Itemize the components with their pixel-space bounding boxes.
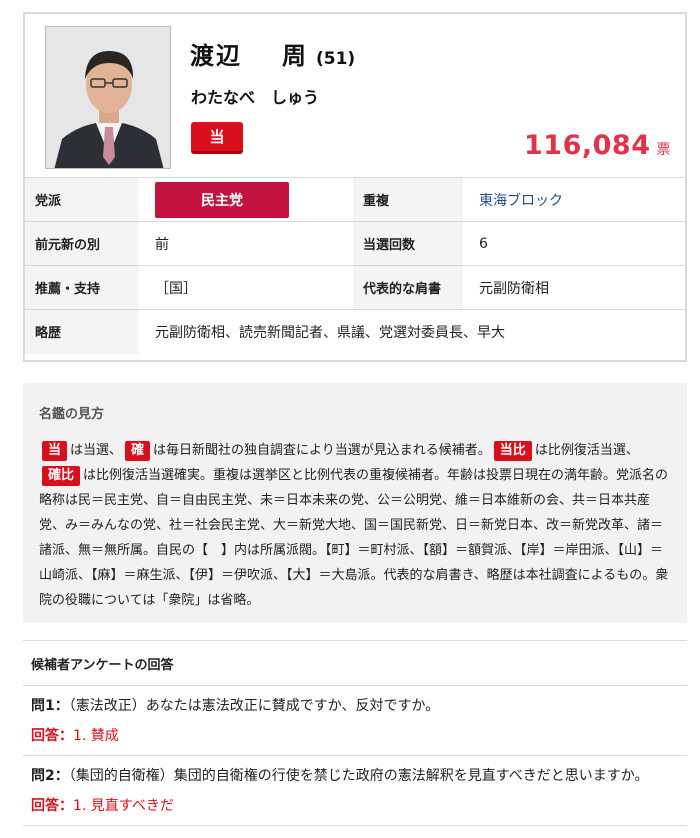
duplicate-label: 重複 [353,177,463,222]
answer-label: 回答： [31,798,73,814]
guide-title: 名鑑の見方 [39,407,105,422]
tag-win: 当 [42,441,68,461]
tag-revive: 当比 [493,441,532,461]
table-row: 党派 民主党 重複 東海ブロック [25,177,685,222]
duplicate-block-link[interactable]: 東海ブロック [463,177,685,222]
guide-text-2: は毎日新聞社の独自調査により当選が見込まれる候補者。 [153,443,491,458]
answer-label: 回答： [31,728,73,744]
survey-section: 候補者アンケートの回答 問1：（憲法改正）あなたは憲法改正に賛成ですか、反対です… [23,640,687,826]
result-badge: 当 [191,122,243,154]
guide-text-4: は比例復活当選確実。重複は選挙区と比例代表の重複候補者。年齢は投票日現在の満年齢… [39,468,669,608]
list-item: 問1：（憲法改正）あなたは憲法改正に賛成ですか、反対ですか。 回答：1. 賛成 [23,686,687,756]
candidate-kana: わたなべ しゅう [191,88,320,107]
support-label: 推薦・支持 [25,265,139,310]
table-row: 略歴 元副防衛相、読売新聞記者、県議、党選対委員長、早大 [25,309,685,354]
answer-text: 回答：1. 見直すべきだ [31,795,679,815]
guide-text-3: は比例復活当選、 [534,443,639,458]
support-value: ［国］ [139,265,353,310]
answer-value: 1. 見直すべきだ [73,798,174,814]
tag-revive-sure: 確比 [42,466,81,486]
wins-value: 6 [463,221,685,266]
tag-sure: 確 [125,441,151,461]
answer-text: 回答：1. 賛成 [31,725,679,745]
vote-count: 116,084 票 [524,130,671,161]
candidate-name: 渡辺 周 (51) [190,36,355,71]
list-item: 問2：（集団的自衛権）集団的自衛権の行使を禁じた政府の憲法解釈を見直すべきだと思… [23,756,687,826]
survey-title: 候補者アンケートの回答 [23,640,687,686]
question-body: （集団的自衛権）集団的自衛権の行使を禁じた政府の憲法解釈を見直すべきだと思います… [68,768,649,784]
question-body: （憲法改正）あなたは憲法改正に賛成ですか、反対ですか。 [68,698,440,714]
wins-label: 当選回数 [353,221,463,266]
party-cell: 民主党 [139,177,353,222]
career-label: 略歴 [25,309,139,354]
candidate-age: (51) [316,49,356,69]
question-text: 問1：（憲法改正）あなたは憲法改正に賛成ですか、反対ですか。 [31,696,679,717]
vote-unit: 票 [656,142,671,158]
legend-guide: 名鑑の見方 当は当選、確は毎日新聞社の独自調査により当選が見込まれる候補者。 当比… [23,383,687,623]
guide-text: 当は当選、確は毎日新聞社の独自調査により当選が見込まれる候補者。 当比 は比例復活当… [39,438,671,613]
career-value: 元副防衛相、読売新聞記者、県議、党選対委員長、早大 [139,309,685,354]
table-row: 前元新の別 前 当選回数 6 [25,221,685,266]
title-label: 代表的な肩書 [353,265,463,310]
candidate-surname: 渡辺 [190,42,242,70]
candidate-card: 渡辺 周 (51) わたなべ しゅう 当 116,084 票 党派 民主党 重複 東海… [23,12,687,362]
question-number: 問1： [31,698,69,714]
guide-text-1: は当選、 [70,443,123,458]
party-badge: 民主党 [155,181,289,218]
title-value: 元副防衛相 [463,265,685,310]
status-label: 前元新の別 [25,221,139,266]
answer-value: 1. 賛成 [73,728,119,744]
table-row: 推薦・支持 ［国］ 代表的な肩書 元副防衛相 [25,265,685,310]
candidate-given-name: 周 [282,42,308,70]
party-label: 党派 [25,177,139,222]
status-value: 前 [139,221,353,266]
candidate-info-table: 党派 民主党 重複 東海ブロック 前元新の別 前 当選回数 6 推薦・支持 ［国… [25,177,685,354]
vote-number: 116,084 [524,130,651,161]
question-number: 問2： [31,768,69,784]
person-photo-icon [45,26,171,169]
question-text: 問2：（集団的自衛権）集団的自衛権の行使を禁じた政府の憲法解釈を見直すべきだと思… [31,766,679,787]
